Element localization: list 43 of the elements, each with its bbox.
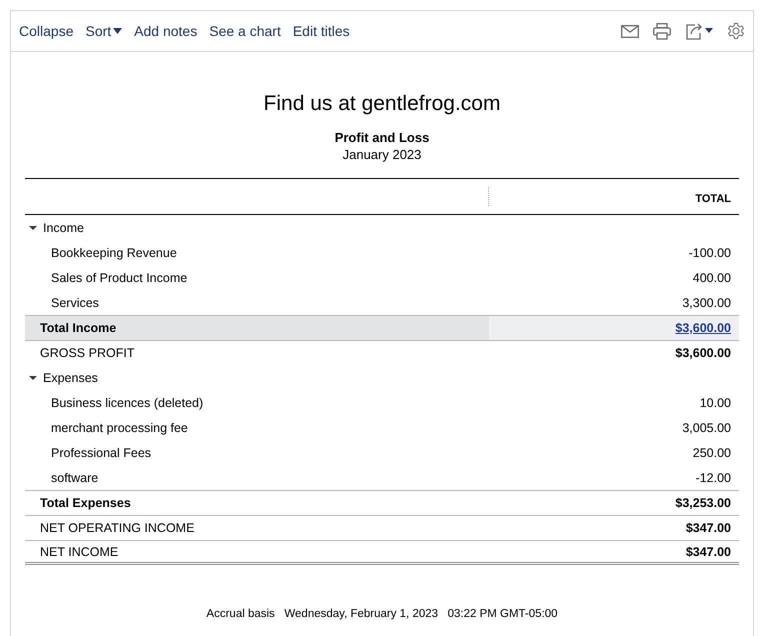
company-heading: Find us at gentlefrog.com [262, 92, 502, 116]
toolbar-link[interactable]: Collapse [19, 23, 74, 39]
print-icon[interactable] [653, 22, 671, 40]
amount: 250.00 [692, 446, 732, 460]
row-label: NET INCOME [39, 544, 120, 558]
row-label: software [50, 470, 100, 484]
row-label: Total Income [39, 321, 118, 335]
row-label: GROSS PROFIT [39, 346, 136, 360]
row-label: Total Expenses [39, 496, 132, 510]
caret-icon [113, 28, 122, 34]
report-footer: Accrual basis Wednesday, February 1, 2023 03:22 PM GMT-05:00 [25, 608, 739, 620]
report-period: January 2023 [342, 147, 422, 162]
amount: 400.00 [692, 270, 732, 284]
toolbar-link[interactable]: Edit titles [292, 23, 350, 39]
row-label: merchant processing fee [50, 420, 189, 434]
amount: 10.00 [698, 396, 732, 410]
row-label: Business licences (deleted) [50, 396, 204, 410]
row-label: Bookkeeping Revenue [50, 246, 178, 260]
section-label: Income [43, 220, 84, 234]
mail-icon[interactable] [621, 24, 639, 38]
section-label: Expenses [43, 370, 98, 384]
settings-icon[interactable] [727, 22, 745, 40]
amount: $347.00 [684, 544, 732, 558]
sort-dropdown[interactable]: Sort [85, 23, 122, 39]
amount: $347.00 [684, 521, 732, 535]
amount: 3,300.00 [681, 296, 732, 310]
row-label: Professional Fees [50, 446, 152, 460]
toolbar-link[interactable]: Add notes [134, 23, 198, 39]
export-icon[interactable] [685, 22, 713, 40]
row-label: Sales of Product Income [50, 270, 188, 284]
amount: $3,600.00 [674, 346, 732, 360]
row-label: Services [50, 296, 100, 310]
amount-link[interactable]: $3,600.00 [675, 321, 731, 335]
toolbar-link[interactable]: See a chart [209, 23, 281, 39]
caret-icon[interactable] [29, 224, 37, 230]
amount: -12.00 [694, 470, 732, 484]
amount: $3,253.00 [674, 496, 732, 510]
row-label: NET OPERATING INCOME [39, 521, 196, 535]
amount: 3,005.00 [681, 420, 732, 434]
column-header: TOTAL [694, 192, 732, 207]
report-title: Profit and Loss [334, 130, 430, 145]
caret-icon[interactable] [29, 374, 37, 380]
amount: -100.00 [688, 246, 732, 260]
